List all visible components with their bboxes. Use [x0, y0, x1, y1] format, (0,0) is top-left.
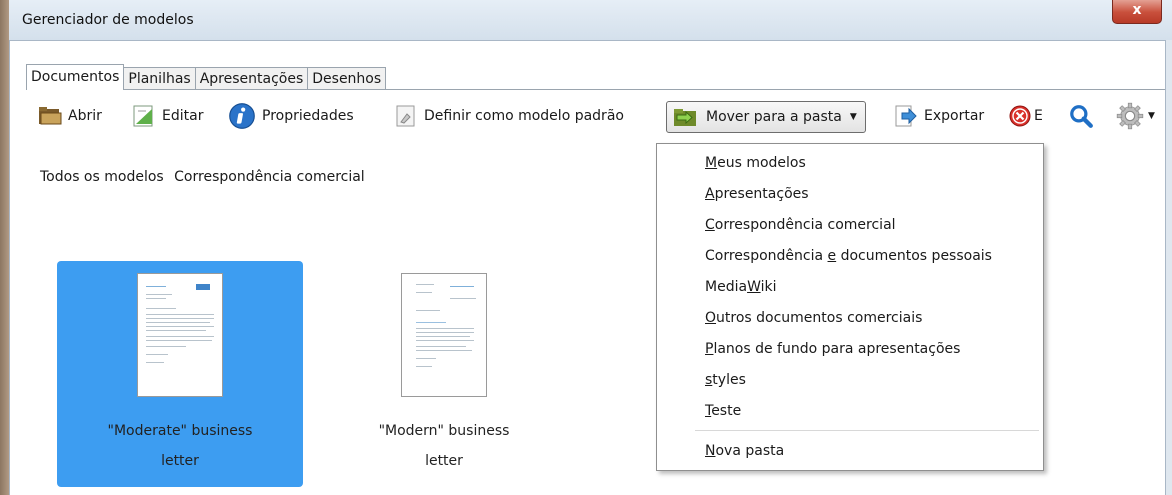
delete-button[interactable]: E [1008, 99, 1043, 133]
menu-item-mnemonic: M [705, 155, 718, 171]
menu-item-nova-pasta[interactable]: Nova pasta [705, 436, 784, 466]
settings-button[interactable]: ▼ [1116, 99, 1155, 133]
tab-apresentacoes[interactable]: Apresentações [194, 67, 309, 90]
window-left-border [0, 0, 9, 495]
toolbar: Abrir Editar Propriedades Definir como m… [34, 99, 1165, 133]
menu-item-mnemonic: O [705, 310, 717, 326]
menu-item-text: presentações [714, 186, 809, 202]
tab-bar: Documentos Planilhas Apresentações Desen… [26, 64, 387, 90]
move-to-folder-button[interactable]: Mover para a pasta ▼ [666, 101, 866, 133]
menu-item-mnemonic: W [747, 279, 761, 295]
move-to-folder-label: Mover para a pasta [706, 109, 842, 125]
move-to-folder-icon [674, 109, 696, 126]
menu-item-teste[interactable]: Teste [705, 396, 741, 426]
default-template-icon [396, 105, 415, 127]
template-name-line1: "Modern" business [378, 423, 510, 439]
menu-item-mnemonic: e [827, 248, 837, 264]
menu-item-text: Correspondência [705, 248, 828, 264]
info-icon [229, 103, 255, 129]
tab-desenhos[interactable]: Desenhos [307, 67, 387, 90]
open-button[interactable]: Abrir [38, 99, 102, 133]
template-name: "Moderate" business letter [57, 416, 303, 476]
window-title: Gerenciador de modelos [22, 12, 194, 28]
close-button[interactable]: x [1112, 0, 1162, 24]
title-bar[interactable]: Gerenciador de modelos x [9, 0, 1172, 40]
export-icon [895, 105, 917, 127]
menu-item-text: orrespondência comercial [714, 217, 896, 233]
export-label: Exportar [924, 108, 985, 124]
settings-chevron-down-icon: ▼ [1148, 111, 1155, 121]
menu-item-text: iki [760, 279, 777, 295]
export-button[interactable]: Exportar [894, 99, 984, 133]
template-name-line2: letter [425, 453, 463, 469]
properties-label: Propriedades [262, 108, 354, 124]
edit-document-icon [133, 105, 153, 127]
open-label: Abrir [68, 108, 102, 124]
folder-open-icon [39, 107, 62, 125]
breadcrumb-item-all-templates[interactable]: Todos os modelos [40, 169, 164, 185]
search-icon [1070, 105, 1093, 128]
set-default-label: Definir como modelo padrão [424, 108, 624, 124]
gear-icon [1116, 102, 1144, 130]
menu-item-text: utros documentos comerciais [716, 310, 923, 326]
menu-item-apresentacoes[interactable]: Apresentações [705, 179, 809, 209]
template-name: "Modern" business letter [321, 416, 567, 476]
chevron-down-icon: ▼ [849, 112, 857, 122]
menu-item-correspondencia-pessoais[interactable]: Correspondência e documentos pessoais [705, 241, 992, 271]
menu-separator [695, 430, 1039, 431]
template-name-line1: "Moderate" business [107, 423, 253, 439]
delete-label: E [1034, 108, 1043, 124]
move-to-folder-menu: Meus modelos Apresentações Correspondênc… [656, 143, 1044, 471]
menu-item-outros-documentos[interactable]: Outros documentos comerciais [705, 303, 922, 333]
menu-item-text: este [711, 403, 742, 419]
tab-documentos[interactable]: Documentos [26, 64, 125, 90]
set-default-button[interactable]: Definir como modelo padrão [394, 99, 624, 133]
menu-item-text: eus modelos [717, 155, 806, 171]
search-button[interactable] [1068, 99, 1100, 133]
menu-item-planos-de-fundo[interactable]: Planos de fundo para apresentações [705, 334, 960, 364]
template-item[interactable]: "Moderate" business letter [57, 261, 303, 487]
breadcrumb: Todos os modelos Correspondência comerci… [40, 169, 371, 185]
tab-planilhas[interactable]: Planilhas [123, 67, 196, 90]
breadcrumb-item-current[interactable]: Correspondência comercial [174, 169, 365, 185]
menu-item-text: lanos de fundo para apresentações [713, 341, 961, 357]
template-name-line2: letter [161, 453, 199, 469]
edit-label: Editar [162, 108, 204, 124]
menu-item-text: Media [705, 279, 748, 295]
menu-item-text: documentos pessoais [836, 248, 992, 264]
menu-item-text: tyles [712, 372, 746, 388]
menu-item-mnemonic: N [705, 443, 716, 459]
edit-button[interactable]: Editar [132, 99, 203, 133]
template-preview [137, 273, 223, 397]
menu-item-mediawiki[interactable]: MediaWiki [705, 272, 777, 302]
menu-item-mnemonic: A [705, 186, 715, 202]
template-item[interactable]: "Modern" business letter [321, 261, 567, 487]
menu-item-mnemonic: C [705, 217, 715, 233]
tab-divider [26, 89, 1165, 90]
menu-item-text: ova pasta [715, 443, 785, 459]
menu-item-meus-modelos[interactable]: Meus modelos [705, 148, 806, 178]
template-preview [401, 273, 487, 397]
delete-icon [1009, 105, 1031, 127]
menu-item-styles[interactable]: styles [705, 365, 746, 395]
menu-item-correspondencia-comercial[interactable]: Correspondência comercial [705, 210, 896, 240]
properties-button[interactable]: Propriedades [228, 99, 354, 133]
